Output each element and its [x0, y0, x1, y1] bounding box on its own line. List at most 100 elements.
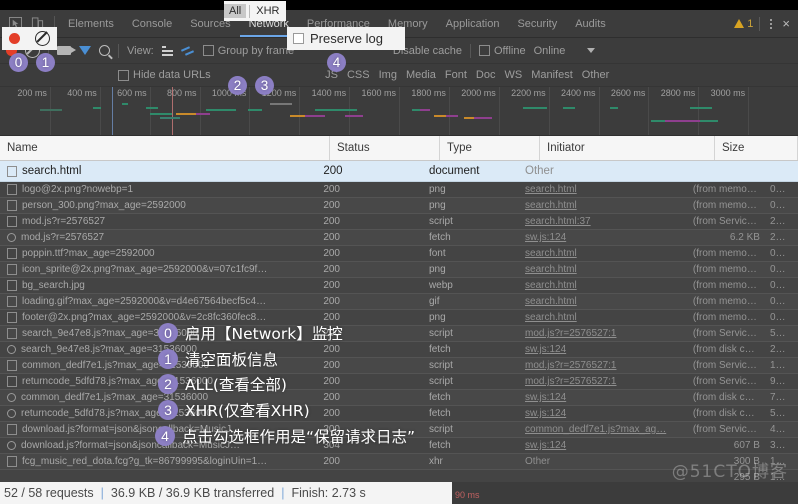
filter-type-manifest[interactable]: Manifest: [531, 69, 573, 81]
tab-console[interactable]: Console: [123, 10, 181, 37]
overview-request-bar: [420, 109, 430, 111]
hide-data-urls-checkbox[interactable]: Hide data URLs: [118, 69, 211, 81]
clear-button-icon-highlight[interactable]: [34, 31, 50, 46]
filter-type-all-highlight[interactable]: All: [224, 4, 247, 18]
overview-request-bar: [305, 115, 325, 117]
cell-initiator: search.html: [525, 184, 577, 195]
table-row[interactable]: search_9e47e8.js?max_age=31536000 200 fetc…: [0, 342, 798, 358]
cell-initiator: Other: [525, 165, 554, 177]
filter-type-doc[interactable]: Doc: [476, 69, 496, 81]
img-icon: [7, 200, 17, 211]
table-row[interactable]: search_9e47e8.js?max_age=31536000 200 scri…: [0, 326, 798, 342]
column-header-initiator[interactable]: Initiator: [540, 136, 715, 160]
table-row[interactable]: bg_search.jpg 200 webp search.html (from mem…: [0, 278, 798, 294]
watermark: @51CTO博客: [671, 462, 788, 482]
group-by-frame-label: Group by frame: [217, 44, 295, 57]
cell-time: 0…: [769, 296, 786, 307]
table-row[interactable]: footer@2x.png?max_age=2592000&v=2c8fc360…: [0, 310, 798, 326]
cell-initiator: search.html: [525, 312, 577, 323]
cell-initiator: search.html: [525, 280, 577, 291]
status-requests: 52 / 58 requests: [4, 486, 94, 500]
capture-screenshots-icon[interactable]: [57, 46, 76, 55]
overview-tick-label: 1600 ms: [361, 88, 396, 98]
filter-type-font[interactable]: Font: [445, 69, 467, 81]
checkbox-box: [202, 45, 214, 56]
column-header-name[interactable]: Name: [0, 136, 330, 160]
cell-type: fetch: [428, 344, 451, 355]
filter-type-xhr-highlight[interactable]: XHR: [253, 4, 282, 18]
filter-icon[interactable]: [79, 46, 91, 55]
preserve-log-highlight[interactable]: Preserve log: [287, 27, 405, 50]
callout-badge-3-wrap: 3: [255, 76, 274, 95]
table-row[interactable]: loading.gif?max_age=2592000&v=d4e67564be…: [0, 294, 798, 310]
throttling-select[interactable]: Online: [534, 45, 566, 57]
tab-application[interactable]: Application: [437, 10, 509, 37]
annotation-2: 2 ALL(查看全部): [158, 373, 287, 395]
cell-status: 200: [323, 344, 340, 355]
table-row[interactable]: common_dedf7e1.js?max_age=31536000 200 scr…: [0, 358, 798, 374]
search-icon[interactable]: [99, 45, 110, 56]
filter-type-img[interactable]: Img: [379, 69, 397, 81]
more-options-icon[interactable]: [766, 18, 776, 29]
img-icon: [7, 296, 17, 307]
filter-type-other[interactable]: Other: [582, 69, 610, 81]
img-icon: [7, 312, 17, 323]
tab-elements[interactable]: Elements: [59, 10, 123, 37]
request-name: fcg_music_red_dota.fcg?g_tk=86799995&log…: [22, 456, 268, 467]
record-clear-highlight: [2, 27, 57, 50]
fetch-icon: [7, 345, 16, 354]
xhr-icon: [7, 456, 17, 467]
filter-type-css[interactable]: CSS: [347, 69, 370, 81]
preserve-log-checkbox-box[interactable]: [293, 33, 304, 44]
column-header-type[interactable]: Type: [440, 136, 540, 160]
callout-badge-1: 1: [36, 53, 55, 72]
warning-count: 1: [747, 17, 754, 30]
tab-security[interactable]: Security: [508, 10, 566, 37]
cell-size: (from ServiceWorker): [692, 328, 766, 339]
offline-label: Offline: [493, 44, 526, 57]
filter-type-media[interactable]: Media: [406, 69, 436, 81]
cell-type: png: [428, 312, 446, 323]
table-row[interactable]: mod.js?r=2576527 200 fetch sw.js:124 6.2 KB 2…: [0, 230, 798, 246]
table-row[interactable]: returncode_5dfd78.js?max_age=31536000 200…: [0, 406, 798, 422]
cell-type: document: [428, 165, 480, 177]
column-header-size[interactable]: Size: [715, 136, 798, 160]
table-row[interactable]: search.html 200 document Other: [0, 161, 798, 182]
cell-type: xhr: [428, 456, 443, 467]
cell-type: webp: [428, 280, 453, 291]
group-by-frame-checkbox[interactable]: Group by frame: [202, 44, 295, 57]
filter-type-ws[interactable]: WS: [504, 69, 522, 81]
record-button-icon-highlight[interactable]: [9, 33, 21, 44]
cell-status: 200: [323, 200, 340, 211]
column-header-status[interactable]: Status: [330, 136, 440, 160]
cell-time: 0…: [769, 312, 786, 323]
chevron-down-icon[interactable]: [587, 48, 596, 53]
cell-type: font: [428, 248, 446, 259]
overview-request-bar: [523, 107, 547, 109]
table-row[interactable]: person_300.png?max_age=2592000 200 png sear…: [0, 198, 798, 214]
close-icon[interactable]: ×: [782, 16, 792, 31]
table-row[interactable]: mod.js?r=2576527 200 script search.html:37 (…: [0, 214, 798, 230]
annotation-badge-2: 2: [158, 374, 178, 394]
tab-audits[interactable]: Audits: [566, 10, 615, 37]
overview-event-line: [172, 87, 173, 135]
list-view-icon[interactable]: [161, 45, 173, 56]
cell-time: 4…: [769, 424, 786, 435]
cell-size: (from ServiceWorker): [692, 216, 766, 227]
waterfall-view-icon[interactable]: [181, 46, 195, 56]
overview-gridline: [399, 87, 400, 135]
timeline-trailing-ms: 90 ms: [455, 490, 480, 500]
overview-gridline: [748, 87, 750, 135]
table-row[interactable]: logo@2x.png?nowebp=1 200 png search.html (fr…: [0, 182, 798, 198]
cell-time: 0…: [769, 200, 786, 211]
network-status-bar: 52 / 58 requests | 36.9 KB / 36.9 KB tra…: [0, 482, 452, 504]
table-row[interactable]: common_dedf7e1.js?max_age=31536000 200 fet…: [0, 390, 798, 406]
table-row[interactable]: poppin.ttf?max_age=2592000 200 font search.…: [0, 246, 798, 262]
cell-type: script: [428, 328, 453, 339]
offline-checkbox[interactable]: Offline: [478, 44, 526, 57]
callout-badge-2: 2: [228, 76, 247, 95]
table-row[interactable]: returncode_5dfd78.js?max_age=31536000 200…: [0, 374, 798, 390]
warning-badge[interactable]: 1: [734, 18, 753, 30]
table-row[interactable]: icon_sprite@2x.png?max_age=2592000&v=07c…: [0, 262, 798, 278]
network-overview-timeline[interactable]: 200 ms 400 ms 600 ms 800 ms 1000 ms 1200 ms 14…: [0, 87, 798, 136]
